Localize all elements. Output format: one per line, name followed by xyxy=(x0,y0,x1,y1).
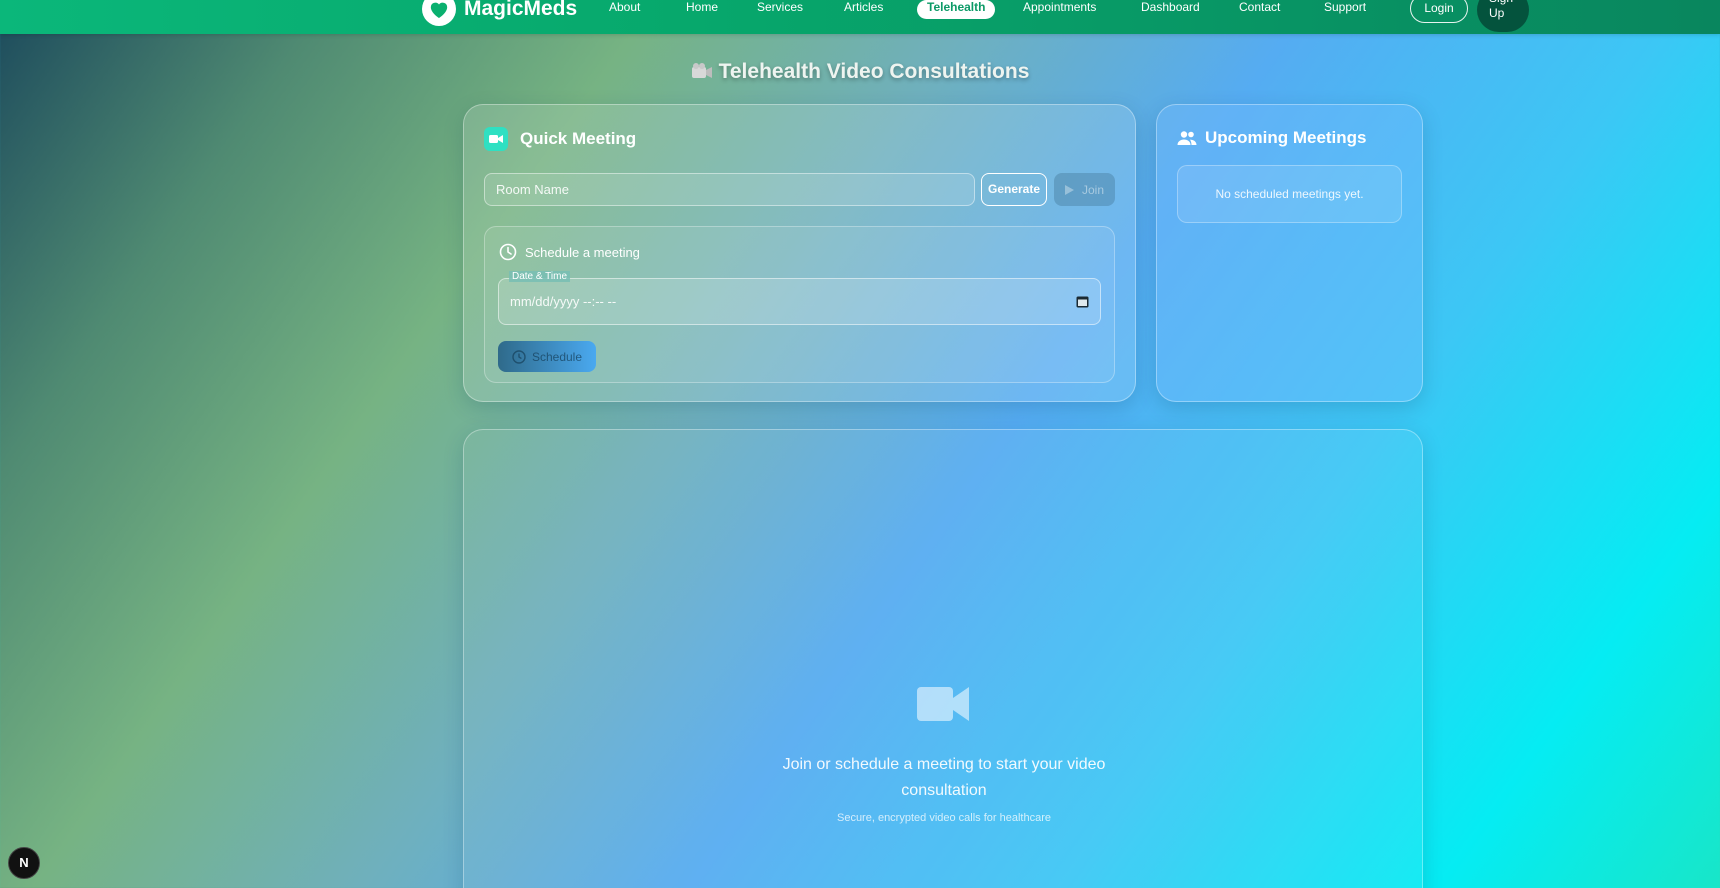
nav-link-dashboard[interactable]: Dashboard xyxy=(1131,0,1210,19)
video-camera-icon xyxy=(917,687,969,721)
video-placeholder-subtext: Secure, encrypted video calls for health… xyxy=(836,812,1051,824)
datetime-label: Date & Time xyxy=(509,271,571,282)
nav-link-contact[interactable]: Contact xyxy=(1229,0,1290,19)
upcoming-meetings-panel: Upcoming Meetings No scheduled meetings … xyxy=(1156,104,1423,402)
nav-link-telehealth[interactable]: Telehealth xyxy=(917,0,996,19)
nav-link-about[interactable]: About xyxy=(599,0,650,19)
heart-logo-icon xyxy=(422,0,456,26)
nav-link-home[interactable]: Home xyxy=(676,0,728,19)
schedule-button-label: Schedule xyxy=(531,349,583,364)
room-name-input[interactable]: Room Name xyxy=(484,173,975,206)
join-label: Join xyxy=(1081,182,1104,197)
nav-link-appointments[interactable]: Appointments xyxy=(1013,0,1106,19)
page-title: Telehealth Video Consultations xyxy=(0,60,1720,86)
brand[interactable]: MagicMeds xyxy=(422,0,578,26)
join-button[interactable]: Join xyxy=(1054,173,1115,206)
play-icon xyxy=(1064,184,1074,195)
brand-name: MagicMeds xyxy=(464,0,578,20)
clock-icon xyxy=(512,349,526,364)
calendar-icon[interactable] xyxy=(1076,295,1089,308)
schedule-section: Schedule a meeting Date & Time mm/dd/yyy… xyxy=(484,226,1115,383)
login-button[interactable]: Login xyxy=(1410,0,1468,23)
schedule-button[interactable]: Schedule xyxy=(498,341,596,372)
video-camera-icon xyxy=(691,62,713,86)
people-icon xyxy=(1177,131,1197,145)
nav-link-articles[interactable]: Articles xyxy=(834,0,893,19)
clock-icon xyxy=(499,243,517,261)
video-placeholder-message: Join or schedule a meeting to start your… xyxy=(782,756,1106,799)
schedule-header: Schedule a meeting xyxy=(499,243,640,261)
nav-link-support[interactable]: Support xyxy=(1314,0,1376,19)
upcoming-header: Upcoming Meetings xyxy=(1177,128,1367,148)
datetime-value: mm/dd/yyyy --:-- -- xyxy=(510,294,617,309)
video-area: Join or schedule a meeting to start your… xyxy=(463,429,1423,888)
nav-link-services[interactable]: Services xyxy=(747,0,813,19)
datetime-input[interactable]: Date & Time mm/dd/yyyy --:-- -- xyxy=(498,271,1101,325)
quick-meeting-panel: Quick Meeting Room Name Generate Join Sc… xyxy=(463,104,1136,402)
quick-meeting-header: Quick Meeting xyxy=(484,127,636,151)
signup-button[interactable]: Sign Up xyxy=(1477,0,1529,32)
generate-button[interactable]: Generate xyxy=(981,173,1047,206)
empty-state: No scheduled meetings yet. xyxy=(1177,165,1402,223)
top-nav: MagicMeds About Home Services Articles T… xyxy=(0,0,1720,34)
quick-meeting-title: Quick Meeting xyxy=(520,129,637,148)
schedule-title: Schedule a meeting xyxy=(525,244,640,260)
video-icon xyxy=(484,127,508,151)
upcoming-title: Upcoming Meetings xyxy=(1205,128,1367,147)
dev-tools-badge[interactable]: N xyxy=(8,847,40,879)
page-title-text: Telehealth Video Consultations xyxy=(718,60,1030,83)
